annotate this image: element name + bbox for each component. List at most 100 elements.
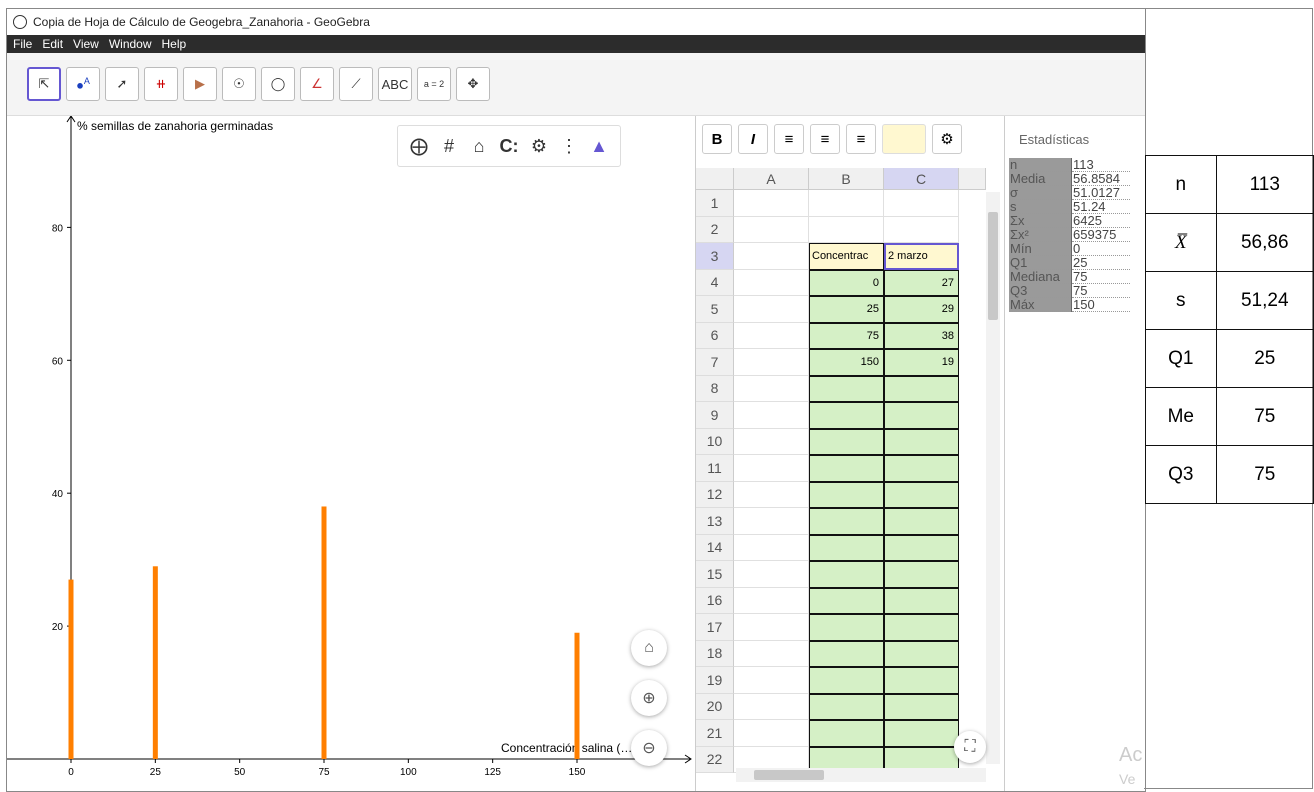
cell-c10[interactable]	[884, 428, 959, 455]
zoom-in-button[interactable]: ⊕	[631, 680, 667, 716]
cell-a2[interactable]	[734, 216, 809, 243]
style-bar-toggle-icon[interactable]: ▲	[584, 136, 614, 157]
bold-button[interactable]: B	[702, 124, 732, 154]
axes-toggle-icon[interactable]: ⨁	[404, 136, 434, 157]
cell-a14[interactable]	[734, 534, 809, 561]
cell-a7[interactable]	[734, 349, 809, 376]
menu-window[interactable]: Window	[109, 37, 152, 51]
row-header-14[interactable]: 14	[696, 534, 734, 561]
cell-b18[interactable]	[809, 640, 884, 667]
row-header-19[interactable]: 19	[696, 667, 734, 694]
angle-tool[interactable]: ∠	[300, 67, 334, 101]
move-tool[interactable]: ⇱	[27, 67, 61, 101]
cell-a16[interactable]	[734, 587, 809, 614]
line-tool[interactable]: ➚	[105, 67, 139, 101]
horizontal-scrollbar[interactable]	[736, 768, 986, 782]
row-header-13[interactable]: 13	[696, 508, 734, 535]
cell-a3[interactable]	[734, 243, 809, 270]
align-center-button[interactable]: ≡	[810, 124, 840, 154]
cell-c17[interactable]	[884, 614, 959, 641]
grid-toggle-icon[interactable]: #	[434, 136, 464, 157]
cell-c21[interactable]	[884, 720, 959, 747]
cell-b2[interactable]	[809, 216, 884, 243]
column-header-b[interactable]: B	[809, 168, 884, 190]
cell-b7[interactable]: 150	[809, 349, 884, 376]
cell-c14[interactable]	[884, 534, 959, 561]
row-header-8[interactable]: 8	[696, 375, 734, 402]
menu-view[interactable]: View	[73, 37, 99, 51]
row-header-22[interactable]: 22	[696, 746, 734, 773]
row-header-2[interactable]: 2	[696, 216, 734, 243]
cell-b11[interactable]	[809, 455, 884, 482]
cell-c15[interactable]	[884, 561, 959, 588]
row-header-18[interactable]: 18	[696, 640, 734, 667]
cell-a12[interactable]	[734, 481, 809, 508]
cell-b6[interactable]: 75	[809, 322, 884, 349]
menu-help[interactable]: Help	[162, 37, 187, 51]
circle-three-points-tool[interactable]: ◯	[261, 67, 295, 101]
h-scrollbar-thumb[interactable]	[754, 770, 824, 780]
row-header-11[interactable]: 11	[696, 455, 734, 482]
cell-c4[interactable]: 27	[884, 269, 959, 296]
cell-b14[interactable]	[809, 534, 884, 561]
row-header-6[interactable]: 6	[696, 322, 734, 349]
polygon-tool[interactable]: ▶	[183, 67, 217, 101]
align-left-button[interactable]: ≡	[774, 124, 804, 154]
cell-b17[interactable]	[809, 614, 884, 641]
settings-gear-icon[interactable]: ⚙	[524, 136, 554, 157]
cell-a18[interactable]	[734, 640, 809, 667]
row-header-12[interactable]: 12	[696, 481, 734, 508]
graphics-canvas[interactable]: % semillas de zanahoria germinadas Conce…	[7, 116, 695, 791]
italic-button[interactable]: I	[738, 124, 768, 154]
cell-b16[interactable]	[809, 587, 884, 614]
cell-a8[interactable]	[734, 375, 809, 402]
cell-c7[interactable]: 19	[884, 349, 959, 376]
row-header-20[interactable]: 20	[696, 693, 734, 720]
background-color-button[interactable]	[882, 124, 926, 154]
scrollbar-thumb[interactable]	[988, 212, 998, 320]
cell-b4[interactable]: 0	[809, 269, 884, 296]
reflect-tool[interactable]: ⟋	[339, 67, 373, 101]
vertical-scrollbar[interactable]	[986, 192, 1000, 764]
graphics-view[interactable]: % semillas de zanahoria germinadas Conce…	[7, 116, 695, 791]
cell-c6[interactable]: 38	[884, 322, 959, 349]
more-options-icon[interactable]: ⋮	[554, 136, 584, 157]
cell-b13[interactable]	[809, 508, 884, 535]
point-capture-icon[interactable]: C:	[494, 136, 524, 157]
row-header-10[interactable]: 10	[696, 428, 734, 455]
column-header-d[interactable]	[959, 168, 986, 190]
cell-a20[interactable]	[734, 693, 809, 720]
spreadsheet-options-button[interactable]: ⚙	[932, 124, 962, 154]
cell-a4[interactable]	[734, 269, 809, 296]
cell-b3[interactable]: Concentrac	[809, 243, 884, 270]
align-right-button[interactable]: ≡	[846, 124, 876, 154]
cell-a13[interactable]	[734, 508, 809, 535]
perpendicular-tool[interactable]: ⧺	[144, 67, 178, 101]
cell-b20[interactable]	[809, 693, 884, 720]
cell-a19[interactable]	[734, 667, 809, 694]
zoom-out-button[interactable]: ⊖	[631, 730, 667, 766]
column-header-a[interactable]: A	[734, 168, 809, 190]
cell-a21[interactable]	[734, 720, 809, 747]
cell-c20[interactable]	[884, 693, 959, 720]
cell-c8[interactable]	[884, 375, 959, 402]
cell-a17[interactable]	[734, 614, 809, 641]
column-header-c[interactable]: C	[884, 168, 959, 190]
menu-edit[interactable]: Edit	[42, 37, 63, 51]
cell-c11[interactable]	[884, 455, 959, 482]
row-header-17[interactable]: 17	[696, 614, 734, 641]
row-header-7[interactable]: 7	[696, 349, 734, 376]
menu-file[interactable]: File	[13, 37, 32, 51]
cell-c2[interactable]	[884, 216, 959, 243]
cell-b5[interactable]: 25	[809, 296, 884, 323]
row-header-15[interactable]: 15	[696, 561, 734, 588]
cell-c3[interactable]: 2 marzo	[884, 243, 959, 270]
text-tool[interactable]: ABC	[378, 67, 412, 101]
cell-a5[interactable]	[734, 296, 809, 323]
cell-c13[interactable]	[884, 508, 959, 535]
cell-c1[interactable]	[884, 190, 959, 217]
home-view-icon[interactable]: ⌂	[464, 136, 494, 157]
cell-a9[interactable]	[734, 402, 809, 429]
slider-tool[interactable]: a = 2	[417, 67, 451, 101]
cell-c12[interactable]	[884, 481, 959, 508]
